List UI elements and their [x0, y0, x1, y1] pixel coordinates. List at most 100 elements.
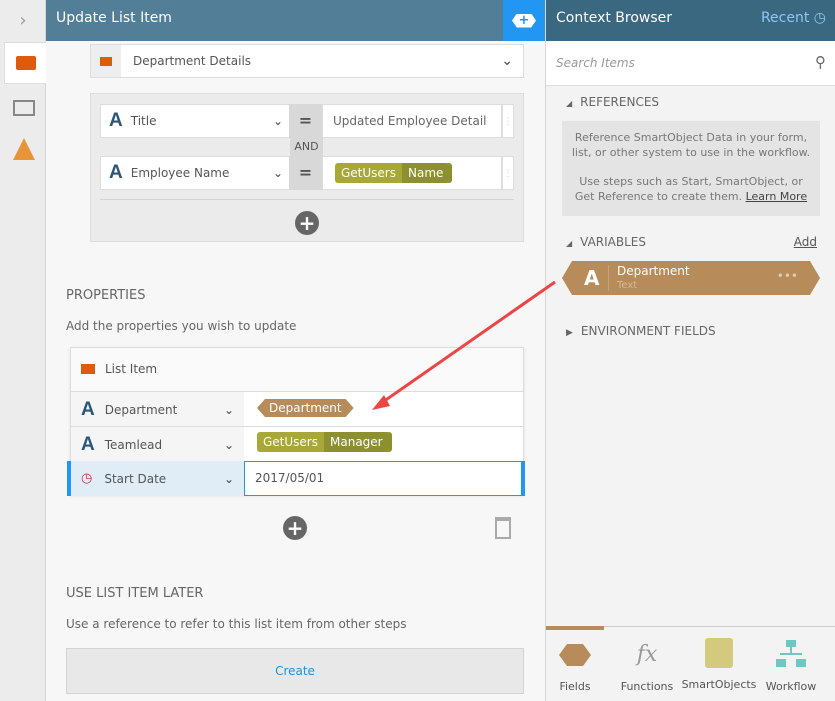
- property-row: A Department ⌄ Department: [71, 391, 523, 427]
- list-select-value: Department Details: [133, 54, 252, 68]
- chevron-down-icon: ⌄: [272, 114, 283, 128]
- references-empty: Reference SmartObject Data in your form,…: [562, 121, 820, 216]
- context-header: Context Browser Recent ◷: [546, 0, 835, 41]
- expand-chevron-icon[interactable]: ›: [0, 0, 46, 41]
- bottom-tabs: Fields fx Functions SmartObjects Workflow: [539, 638, 827, 694]
- trash-icon[interactable]: [495, 517, 511, 539]
- learn-more-link[interactable]: Learn More: [746, 190, 808, 203]
- filter-row: A Employee Name ⌄ = GetUsers Name ⋮: [100, 156, 514, 190]
- fx-icon: fx: [636, 642, 658, 667]
- property-field-select[interactable]: ◷ Start Date ⌄: [71, 461, 244, 496]
- tab-smartobjects[interactable]: SmartObjects: [681, 638, 757, 693]
- chevron-down-icon: ⌄: [272, 166, 283, 180]
- drag-handle[interactable]: ⋮: [502, 104, 514, 138]
- reference-pill[interactable]: GetUsers Manager: [257, 432, 389, 452]
- property-field: Department: [104, 402, 178, 417]
- variables-section-toggle[interactable]: ◢ VARIABLES: [566, 235, 646, 249]
- recent-label: Recent: [760, 10, 810, 26]
- divider: [100, 199, 514, 200]
- recent-button[interactable]: Recent ◷: [761, 10, 826, 26]
- list-item-header: List Item: [81, 362, 157, 376]
- warning-icon[interactable]: [13, 138, 35, 160]
- step-header: Update List Item: [46, 0, 503, 41]
- list-icon: [91, 45, 121, 77]
- operator-button[interactable]: =: [289, 156, 322, 190]
- drag-handle[interactable]: ⋮: [502, 156, 514, 190]
- page-title: Update List Item: [56, 10, 172, 26]
- workflow-icon: [776, 640, 806, 668]
- variables-label: VARIABLES: [580, 235, 647, 249]
- text-type-icon: A: [584, 266, 600, 290]
- context-browser: Context Browser Recent ◷ Search Items ⚲ ◢ R…: [545, 0, 835, 701]
- text-field-tab-icon[interactable]: [13, 100, 35, 116]
- variable-item[interactable]: A Department Text •••: [562, 261, 820, 295]
- property-row-selected: ◷ Start Date ⌄ 2017/05/01: [67, 461, 525, 496]
- variable-name: Department: [617, 264, 690, 278]
- list-item-title: List Item: [105, 362, 158, 376]
- chevron-down-icon: ⌄: [223, 402, 234, 417]
- env-label: ENVIRONMENT FIELDS: [580, 324, 716, 338]
- filter-field-select[interactable]: A Employee Name ⌄: [100, 156, 290, 190]
- text-type-icon: A: [81, 433, 95, 455]
- text-type-icon: A: [109, 110, 123, 131]
- property-row: A Teamlead ⌄ GetUsers Manager: [71, 426, 523, 462]
- tab-fields[interactable]: Fields: [539, 644, 611, 693]
- list-select[interactable]: Department Details ⌄: [90, 44, 524, 78]
- properties-heading: PROPERTIES: [66, 288, 146, 303]
- context-title: Context Browser: [556, 10, 673, 26]
- filter-value-input[interactable]: Updated Employee Detail: [322, 104, 502, 138]
- add-filter-button[interactable]: +: [295, 211, 319, 235]
- filter-box: A Title ⌄ = Updated Employee Detail ⋮ AND …: [90, 93, 524, 242]
- text-type-icon: A: [81, 398, 95, 420]
- ref-field: Manager: [324, 432, 389, 452]
- references-text: Reference SmartObject Data in your form,…: [571, 131, 811, 159]
- ref-source: GetUsers: [335, 163, 402, 183]
- chevron-down-icon: ⌄: [223, 437, 234, 452]
- variable-type: Text: [617, 280, 638, 291]
- tab-functions[interactable]: fx Functions: [611, 642, 683, 694]
- filter-field: Title: [130, 114, 157, 128]
- references-label: REFERENCES: [580, 95, 660, 109]
- add-variable-link[interactable]: Add: [794, 235, 817, 249]
- tab-label: Workflow: [765, 680, 817, 693]
- tab-workflow[interactable]: Workflow: [755, 640, 827, 693]
- list-item-tab-icon[interactable]: [4, 42, 46, 84]
- active-tab-indicator: [546, 626, 604, 630]
- plus-hex-icon: +: [512, 13, 536, 28]
- property-field-select[interactable]: A Department ⌄: [71, 392, 244, 427]
- ref-source: GetUsers: [257, 432, 324, 452]
- filter-row: A Title ⌄ = Updated Employee Detail ⋮: [100, 104, 514, 138]
- reference-pill[interactable]: GetUsers Name: [335, 163, 450, 183]
- property-field-select[interactable]: A Teamlead ⌄: [71, 427, 244, 462]
- filter-value-input[interactable]: GetUsers Name: [322, 156, 502, 190]
- list-item-icon: [81, 364, 95, 374]
- step-config: Department Details ⌄ A Title ⌄ = Updated E…: [46, 41, 545, 701]
- and-label: AND: [290, 138, 323, 156]
- tab-label: SmartObjects: [681, 678, 757, 691]
- add-property-button[interactable]: +: [283, 516, 307, 540]
- operator-button[interactable]: =: [289, 104, 322, 138]
- fields-icon: [559, 644, 591, 666]
- variable-pill[interactable]: Department: [257, 399, 354, 417]
- tab-label: Fields: [559, 680, 591, 693]
- environment-section-toggle[interactable]: ▶ ENVIRONMENT FIELDS: [566, 324, 716, 338]
- add-step-button[interactable]: +: [503, 0, 545, 41]
- search-icon[interactable]: ⚲: [815, 53, 826, 71]
- later-subtitle: Use a reference to refer to this list it…: [66, 617, 407, 631]
- more-icon[interactable]: •••: [777, 269, 798, 283]
- filter-field-select[interactable]: A Title ⌄: [100, 104, 290, 138]
- chevron-down-icon: ⌄: [501, 53, 513, 69]
- text-type-icon: A: [109, 162, 123, 183]
- property-field: Start Date: [104, 471, 167, 486]
- later-heading: USE LIST ITEM LATER: [66, 586, 204, 601]
- references-section-toggle[interactable]: ◢ REFERENCES: [566, 95, 659, 109]
- properties-box: List Item A Department ⌄ Department A Teaml…: [67, 347, 525, 496]
- search-input[interactable]: Search Items ⚲: [546, 41, 835, 86]
- left-rail: ›: [0, 0, 46, 701]
- ref-field: Name: [402, 163, 450, 183]
- start-date-input[interactable]: 2017/05/01: [244, 461, 522, 496]
- create-button[interactable]: Create: [66, 648, 524, 694]
- properties-subtitle: Add the properties you wish to update: [66, 319, 297, 333]
- search-placeholder: Search Items: [556, 56, 635, 70]
- smartobject-cube-icon: [705, 638, 733, 668]
